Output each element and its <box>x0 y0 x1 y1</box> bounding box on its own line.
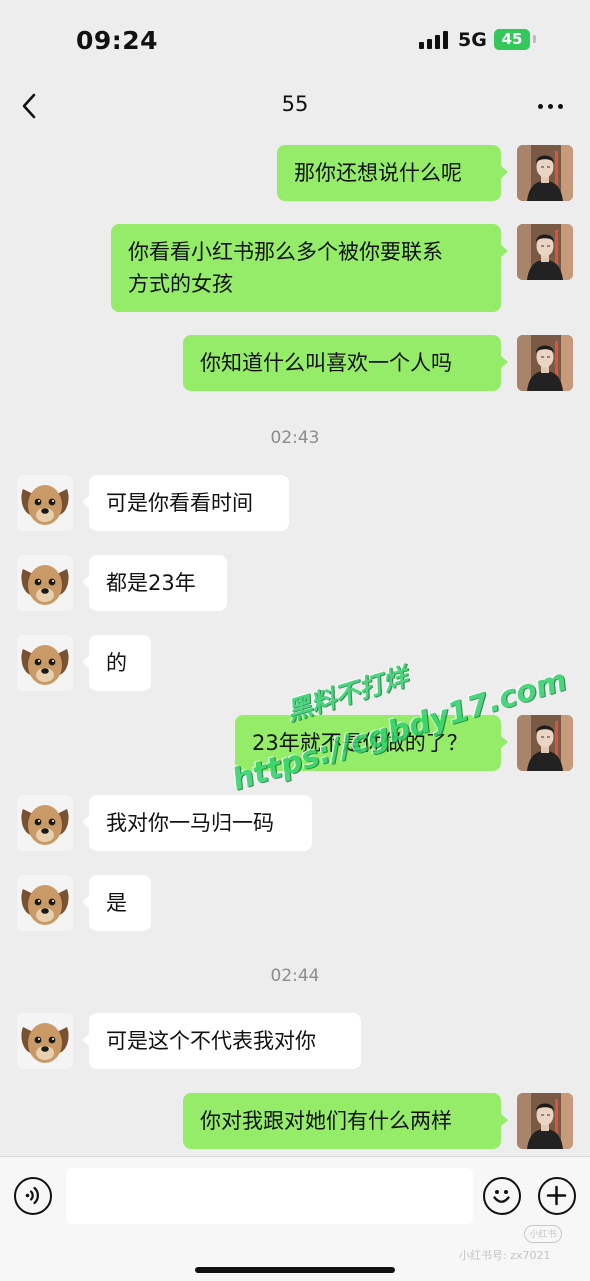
battery-icon: 45 <box>494 29 530 50</box>
voice-icon[interactable] <box>14 1177 52 1215</box>
chat-header: 55 <box>0 78 590 134</box>
message-text: 可是你看看时间 <box>106 491 253 515</box>
avatar[interactable] <box>517 145 573 201</box>
plus-icon[interactable] <box>538 1177 576 1215</box>
message-text: 你知道什么叫喜欢一个人吗 <box>200 351 452 375</box>
avatar[interactable] <box>17 875 73 931</box>
message-bubble[interactable]: 我对你一马归一码 <box>82 795 312 851</box>
message-input[interactable] <box>66 1168 473 1224</box>
avatar[interactable] <box>517 224 573 280</box>
message-text: 的 <box>106 651 127 675</box>
message-bubble[interactable]: 23年就不是你做的了？ <box>235 715 508 771</box>
message-bubble[interactable]: 可是这个不代表我对你 <box>82 1013 361 1069</box>
chat-title: 55 <box>281 92 309 116</box>
message-bubble[interactable]: 是 <box>82 875 151 931</box>
signal-icon <box>419 31 449 49</box>
chat-timestamp: 02:43 <box>270 428 320 448</box>
avatar[interactable] <box>17 555 73 611</box>
xiaohongshu-logo: 小红书 <box>524 1225 562 1243</box>
status-time: 09:24 <box>76 26 159 55</box>
watermark: 黑料不打烊 https://cgbdy17.com <box>200 606 571 805</box>
chat-timestamp: 02:44 <box>270 966 320 986</box>
message-bubble[interactable]: 都是23年 <box>82 555 227 611</box>
avatar[interactable] <box>17 795 73 851</box>
home-indicator[interactable] <box>195 1267 395 1273</box>
message-text-line-1: 你看看小红书那么多个被你要联系 <box>128 240 443 264</box>
input-bar: 小红书 小红书号: zx7021 <box>0 1156 590 1281</box>
network-label: 5G <box>458 29 487 51</box>
emoji-icon[interactable] <box>483 1177 521 1215</box>
avatar[interactable] <box>17 1013 73 1069</box>
message-text: 那你还想说什么呢 <box>294 161 462 185</box>
message-text: 可是这个不代表我对你 <box>106 1029 316 1053</box>
xiaohongshu-user-id: 小红书号: zx7021 <box>459 1249 551 1262</box>
message-text: 我对你一马归一码 <box>106 811 274 835</box>
message-text: 是 <box>106 891 127 915</box>
avatar[interactable] <box>517 335 573 391</box>
message-text: 23年就不是你做的了？ <box>252 731 468 755</box>
avatar[interactable] <box>517 715 573 771</box>
avatar[interactable] <box>517 1093 573 1149</box>
status-bar: 09:24 5G 45 <box>0 0 590 78</box>
message-bubble[interactable]: 可是你看看时间 <box>82 475 289 531</box>
message-bubble[interactable]: 你看看小红书那么多个被你要联系 方式的女孩 <box>111 224 508 312</box>
message-bubble[interactable]: 你对我跟对她们有什么两样 <box>183 1093 508 1149</box>
message-bubble[interactable]: 那你还想说什么呢 <box>277 145 508 201</box>
message-bubble[interactable]: 你知道什么叫喜欢一个人吗 <box>183 335 508 391</box>
message-bubble[interactable]: 的 <box>82 635 151 691</box>
message-text: 都是23年 <box>106 571 196 595</box>
more-horizontal-icon[interactable] <box>530 90 570 122</box>
avatar[interactable] <box>17 475 73 531</box>
message-text: 你对我跟对她们有什么两样 <box>200 1109 452 1133</box>
message-text-line-2: 方式的女孩 <box>128 272 233 296</box>
battery-tip <box>533 35 536 43</box>
avatar[interactable] <box>17 635 73 691</box>
